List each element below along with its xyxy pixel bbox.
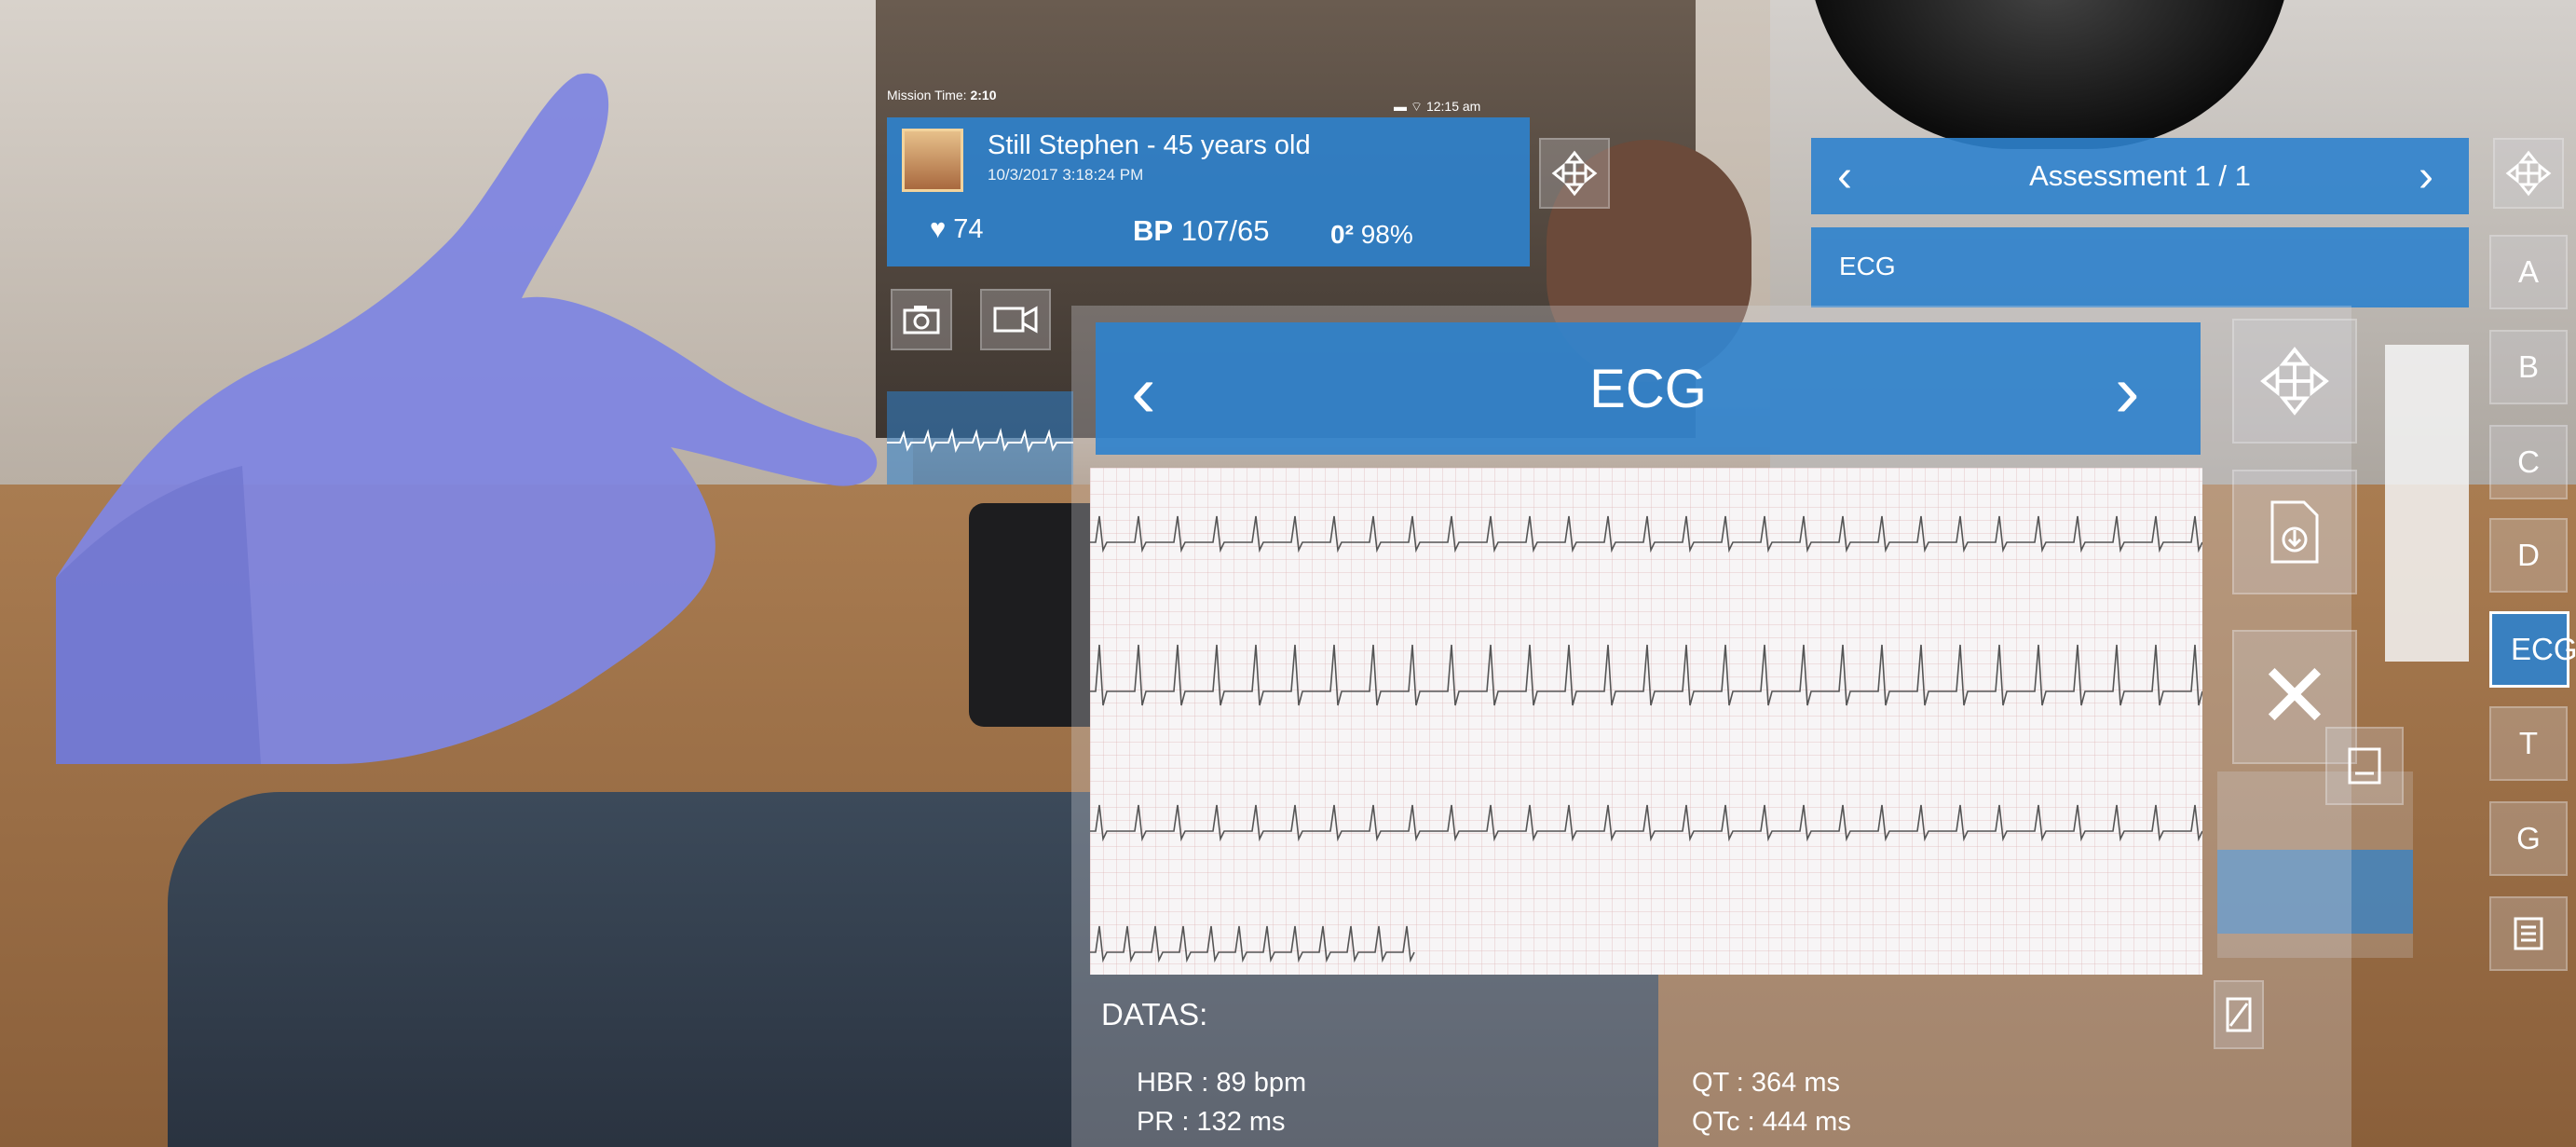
qtc-value: QTc : 444 ms [1692, 1107, 1851, 1137]
nav-item-label: G [2516, 821, 2541, 855]
mission-time-label: Mission Time: [887, 88, 967, 102]
nav-item-label: ECG [2511, 632, 2576, 666]
document-icon [2226, 997, 2252, 1032]
nav-item-document[interactable] [2489, 896, 2568, 971]
document-export-icon [2270, 500, 2319, 564]
o2-value: 98% [1360, 220, 1413, 249]
patient-move-button[interactable] [1539, 138, 1610, 209]
close-icon: ✕ [2256, 647, 2333, 746]
nav-item-label: C [2517, 444, 2540, 479]
ecg-move-button[interactable] [2232, 319, 2357, 444]
document-icon [2348, 747, 2381, 785]
nav-item-label: B [2517, 349, 2539, 384]
ecg-export-button[interactable] [2232, 470, 2357, 594]
patient-card: Still Stephen - 45 years old 10/3/2017 3… [887, 117, 1530, 266]
ecg-next-button[interactable]: › [2115, 348, 2140, 434]
heart-rate-value: 74 [953, 214, 984, 244]
ecg-note-button[interactable] [2214, 980, 2264, 1049]
ecg-traces [1090, 515, 2202, 963]
heart-rate: ♥ 74 [930, 214, 984, 245]
assessment-header: Assessment 1 / 1 ‹ › [1811, 138, 2469, 214]
assessment-prev-button[interactable]: ‹ [1837, 151, 1852, 202]
status-clock: ▬ ⌔ 12:15 am [1394, 99, 1480, 116]
ecg-lead-trace [1090, 515, 2202, 553]
ecg-snapshot-button[interactable] [2325, 727, 2404, 805]
nav-item-d[interactable]: D [2489, 518, 2568, 593]
nav-item-g[interactable]: G [2489, 801, 2568, 876]
assessment-next-button[interactable]: › [2419, 151, 2433, 202]
oxygen-saturation: 0² 98% [1330, 220, 1413, 250]
heart-icon: ♥ [930, 214, 947, 244]
nav-item-label: T [2518, 726, 2539, 760]
video-camera-icon [993, 306, 1038, 334]
assessment-move-button[interactable] [2493, 138, 2564, 209]
patient-name: Still Stephen - 45 years old [988, 130, 1311, 160]
mission-time-value: 2:10 [970, 88, 997, 102]
clock-text: 12:15 am [1425, 99, 1481, 114]
nav-item-b[interactable]: B [2489, 330, 2568, 404]
camera-button[interactable] [891, 289, 952, 350]
move-arrows-icon [2505, 150, 2552, 197]
ecg-header: ECG ‹ › [1096, 322, 2201, 455]
ecg-prev-button[interactable]: ‹ [1131, 348, 1156, 434]
nav-item-t[interactable]: T [2489, 706, 2568, 781]
nav-item-label: D [2517, 538, 2540, 572]
hbr-value: HBR : 89 bpm [1137, 1068, 1307, 1098]
battery-icon: ▬ [1394, 99, 1407, 114]
mini-ecg-preview[interactable] [887, 391, 1073, 485]
camera-icon [903, 306, 940, 335]
blood-pressure: BP 107/65 [1133, 214, 1270, 248]
patient-datetime: 10/3/2017 3:18:24 PM [988, 166, 1144, 184]
document-icon [2514, 917, 2543, 950]
datas-title: DATAS: [1101, 997, 1208, 1031]
ecg-lead-trace [1090, 804, 2202, 842]
video-button[interactable] [980, 289, 1051, 350]
assessment-item-ecg[interactable]: ECG [1811, 227, 2469, 307]
ecg-lead-trace [1090, 644, 2202, 706]
ecg-trace [887, 428, 1073, 454]
nav-item-c[interactable]: C [2489, 425, 2568, 499]
qt-value: QT : 364 ms [1692, 1068, 1841, 1098]
ecg-lead-trace [1090, 925, 1415, 963]
o2-label: 0² [1330, 220, 1354, 249]
avatar [902, 129, 963, 192]
wifi-icon: ⌔ [1410, 99, 1424, 114]
assessment-item-label: ECG [1839, 252, 1896, 280]
ecg-title: ECG [1589, 358, 1707, 419]
bp-value: 107/65 [1180, 214, 1270, 247]
nav-item-a[interactable]: A [2489, 235, 2568, 309]
mission-time: Mission Time: 2:10 [887, 88, 997, 102]
move-arrows-icon [1551, 150, 1598, 197]
pr-value: PR : 132 ms [1137, 1107, 1286, 1137]
assessment-title: Assessment 1 / 1 [2029, 159, 2251, 192]
move-arrows-icon [2260, 347, 2329, 416]
ecg-chart [1090, 468, 2202, 975]
gloved-hand [56, 73, 878, 764]
nav-item-ecg[interactable]: ECG [2489, 611, 2576, 688]
assessment-side-panel [2385, 345, 2469, 662]
nav-item-label: A [2517, 254, 2539, 289]
bp-label: BP [1133, 214, 1174, 247]
